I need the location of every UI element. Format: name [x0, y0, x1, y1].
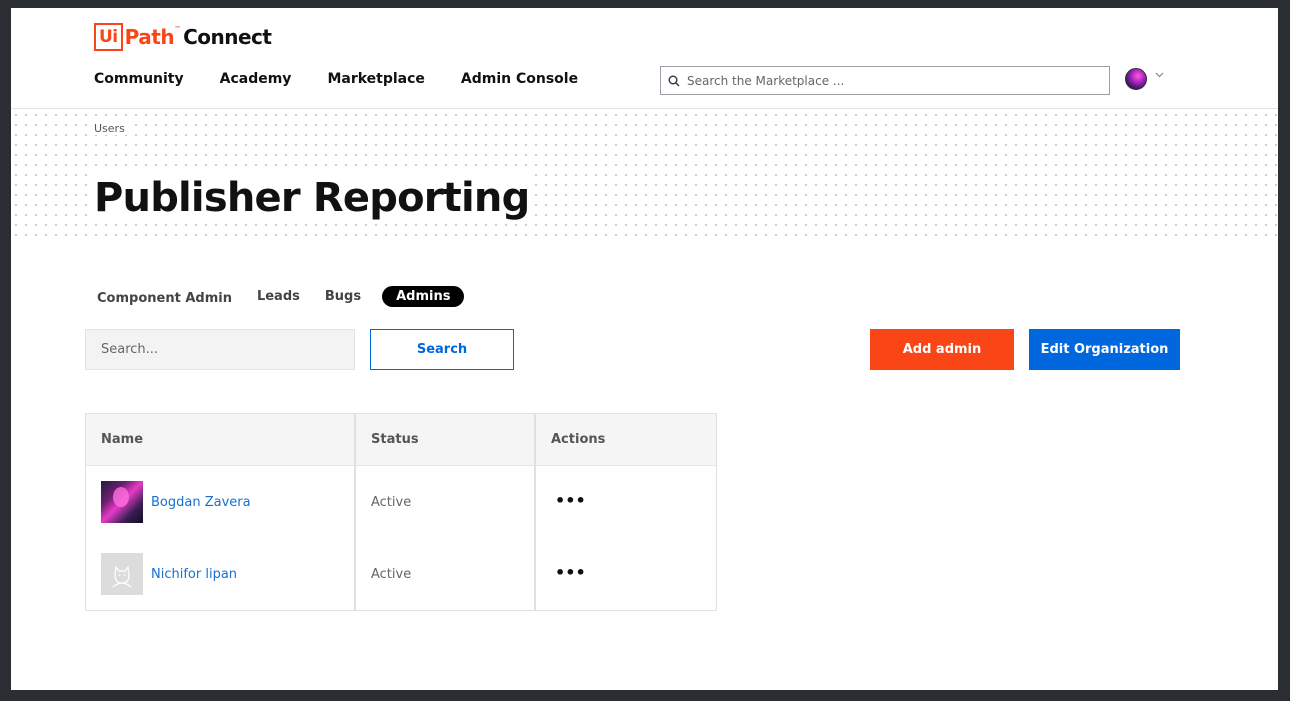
tab-admins[interactable]: Admins: [382, 286, 465, 307]
tab-bugs[interactable]: Bugs: [325, 289, 361, 304]
table-row: Bogdan Zavera Active •••: [86, 466, 716, 538]
tab-leads[interactable]: Leads: [257, 289, 300, 304]
logo-path-text: Path: [124, 25, 175, 49]
nav-admin-console[interactable]: Admin Console: [461, 71, 578, 87]
status-text: Active: [371, 494, 412, 510]
add-admin-button[interactable]: Add admin: [870, 329, 1014, 370]
admins-table: Name Status Actions Bogdan Zavera Active…: [85, 413, 717, 611]
logo-connect-text: Connect: [183, 25, 272, 49]
more-actions-icon[interactable]: •••: [555, 563, 586, 582]
column-header-status[interactable]: Status: [371, 432, 419, 447]
tab-bar: Component Admin Leads Bugs Admins: [97, 286, 489, 307]
hero-banner: Users Publisher Reporting: [11, 110, 1278, 242]
table-row: Nichifor lipan Active •••: [86, 538, 716, 610]
user-name-link[interactable]: Bogdan Zavera: [151, 495, 251, 510]
logo-trademark: ™: [174, 25, 182, 33]
main-nav: Community Academy Marketplace Admin Cons…: [94, 71, 614, 87]
search-button[interactable]: Search: [370, 329, 514, 370]
site-header: Ui Path ™ Connect Community Academy Mark…: [11, 8, 1278, 109]
column-header-name[interactable]: Name: [101, 432, 143, 447]
logo-ui-mark: Ui: [94, 23, 123, 51]
nav-marketplace[interactable]: Marketplace: [327, 71, 424, 87]
default-avatar-icon: [101, 553, 143, 595]
admin-search-input[interactable]: [85, 329, 355, 370]
page: Ui Path ™ Connect Community Academy Mark…: [11, 8, 1278, 690]
more-actions-icon[interactable]: •••: [555, 491, 586, 510]
chevron-down-icon[interactable]: [1155, 72, 1164, 78]
tab-component-admin[interactable]: Component Admin: [97, 291, 232, 306]
user-avatar-image: [101, 481, 143, 523]
user-avatar[interactable]: [1125, 68, 1147, 90]
status-text: Active: [371, 566, 412, 582]
marketplace-search-input[interactable]: [687, 73, 1087, 88]
nav-community[interactable]: Community: [94, 71, 184, 87]
user-menu[interactable]: [1125, 68, 1164, 90]
search-icon: [668, 75, 680, 86]
user-name-link[interactable]: Nichifor lipan: [151, 567, 237, 582]
table-header: Name Status Actions: [86, 414, 716, 466]
edit-organization-button[interactable]: Edit Organization: [1029, 329, 1180, 370]
nav-academy[interactable]: Academy: [220, 71, 292, 87]
breadcrumb[interactable]: Users: [94, 122, 128, 135]
page-title: Publisher Reporting: [94, 172, 534, 224]
column-header-actions: Actions: [551, 432, 606, 447]
uipath-connect-logo[interactable]: Ui Path ™ Connect: [94, 23, 272, 51]
marketplace-search[interactable]: [660, 66, 1110, 95]
